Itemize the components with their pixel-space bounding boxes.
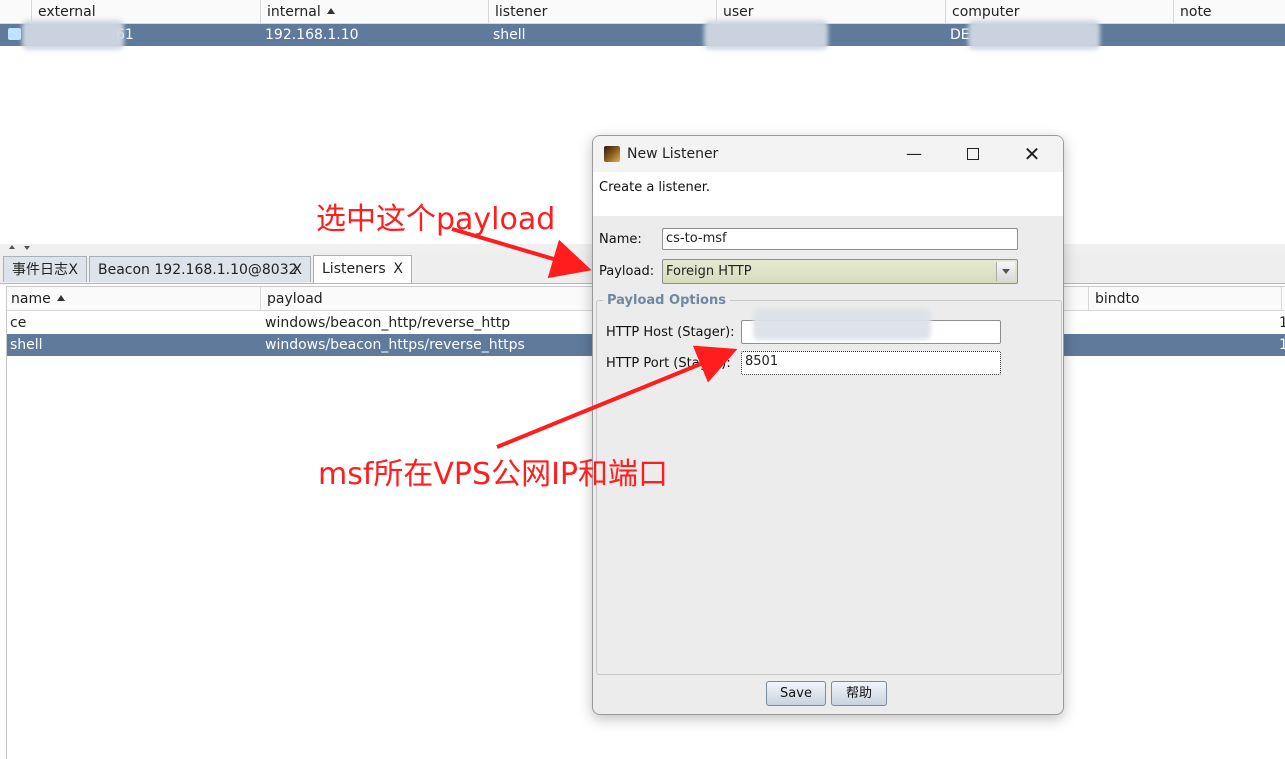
arrow-to-host-port [496, 345, 738, 449]
arrow-to-payload [451, 227, 592, 279]
annotation-arrows [451, 227, 738, 449]
